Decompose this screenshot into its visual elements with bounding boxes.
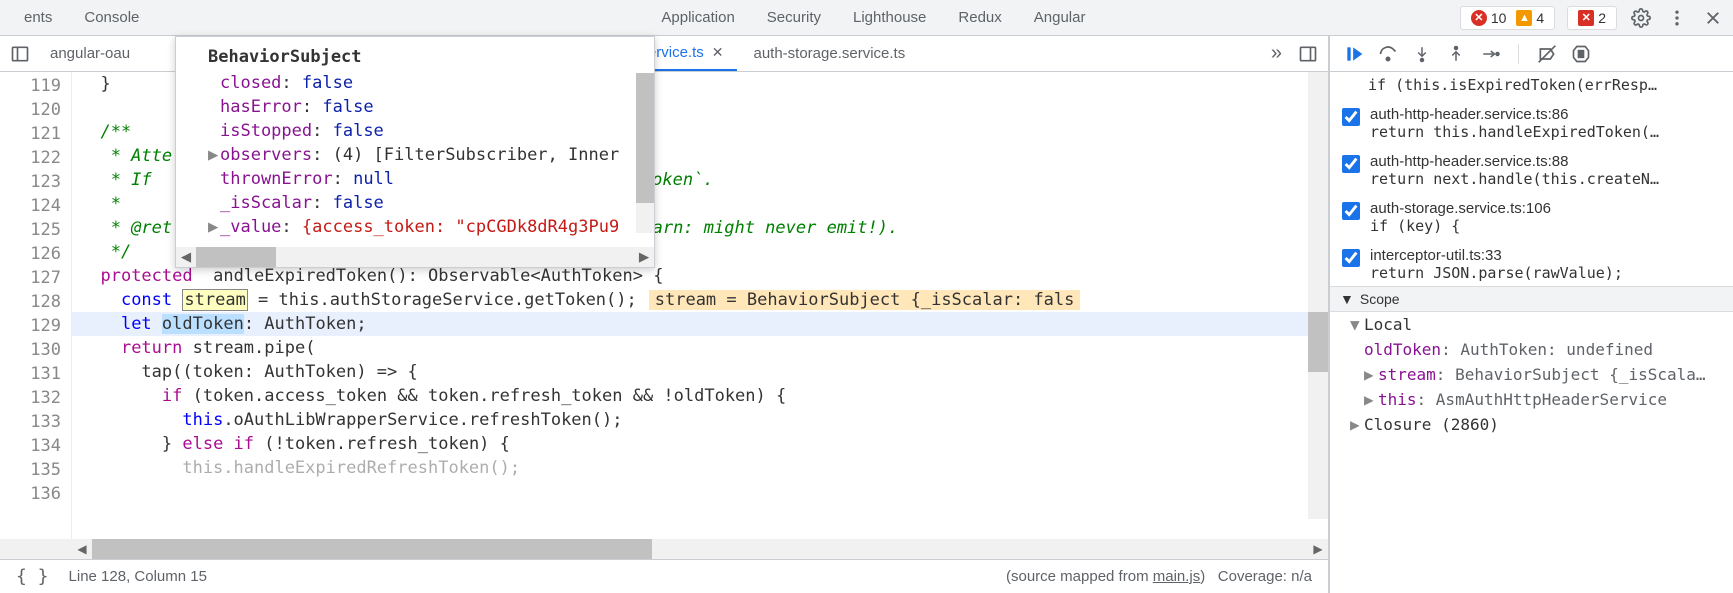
step-icon[interactable]: [1480, 44, 1500, 64]
breakpoint-checkbox[interactable]: [1342, 108, 1360, 126]
issues-count: 2: [1598, 10, 1606, 26]
more-tabs-icon[interactable]: »: [1261, 42, 1292, 65]
source-map-link[interactable]: main.js: [1153, 568, 1201, 585]
breakpoint-code: return next.handle(this.createN…: [1370, 170, 1690, 188]
chevron-down-icon: ▼: [1340, 291, 1354, 307]
step-into-icon[interactable]: [1412, 44, 1432, 64]
scope-closure-header[interactable]: ▶Closure (2860): [1330, 412, 1733, 437]
pause-on-exceptions-icon[interactable]: [1571, 44, 1591, 64]
scope-variable[interactable]: oldToken: AuthToken: undefined: [1330, 337, 1733, 362]
pretty-print-icon[interactable]: { }: [16, 566, 49, 587]
breakpoint-location: auth-storage.service.ts:106: [1370, 200, 1721, 217]
close-tab-icon[interactable]: ✕: [712, 44, 724, 61]
toggle-navigator-icon[interactable]: [6, 40, 34, 68]
tab-lighthouse[interactable]: Lighthouse: [837, 0, 942, 35]
tab-angular[interactable]: Angular: [1018, 0, 1102, 35]
breakpoint-code: return this.handleExpiredToken(…: [1370, 123, 1690, 141]
vertical-scrollbar[interactable]: [1308, 72, 1328, 519]
popover-row[interactable]: hasError: false: [192, 95, 638, 119]
devtools-tabbar: ents Console Application Security Lighth…: [0, 0, 1733, 36]
scope-variable[interactable]: ▶stream: BehaviorSubject {_isScala…: [1330, 362, 1733, 387]
tab-elements[interactable]: ents: [8, 0, 68, 35]
error-icon: ✕: [1471, 10, 1487, 26]
sources-panel: angular-oau r.service.ts ✕ auth-storage.…: [0, 36, 1329, 593]
file-tab-label: auth-storage.service.ts: [753, 45, 905, 62]
horizontal-scrollbar[interactable]: ◀▶: [0, 539, 1328, 559]
tab-console[interactable]: Console: [68, 0, 155, 35]
breakpoint-row[interactable]: auth-http-header.service.ts:88 return ne…: [1330, 145, 1733, 192]
popover-vscrollbar[interactable]: [636, 73, 654, 233]
kebab-menu-icon[interactable]: [1665, 6, 1689, 30]
breakpoint-code: return JSON.parse(rawValue);: [1370, 264, 1690, 282]
debugger-pane: if (this.isExpiredToken(errResp… auth-ht…: [1329, 36, 1733, 593]
warning-icon: ▲: [1516, 10, 1532, 26]
close-devtools-icon[interactable]: [1701, 6, 1725, 30]
coverage-status: Coverage: n/a: [1218, 568, 1312, 585]
breakpoint-row[interactable]: auth-storage.service.ts:106 if (key) {: [1330, 192, 1733, 239]
breakpoint-row[interactable]: interceptor-util.ts:33 return JSON.parse…: [1330, 239, 1733, 286]
deactivate-breakpoints-icon[interactable]: [1537, 44, 1557, 64]
breakpoint-location: auth-http-header.service.ts:88: [1370, 153, 1721, 170]
settings-icon[interactable]: [1629, 6, 1653, 30]
tab-redux[interactable]: Redux: [942, 0, 1017, 35]
toggle-debugger-icon[interactable]: [1294, 40, 1322, 68]
popover-row[interactable]: closed: false: [192, 71, 638, 95]
cursor-position: Line 128, Column 15: [69, 568, 207, 585]
breakpoint-checkbox[interactable]: [1342, 155, 1360, 173]
debug-toolbar: [1330, 36, 1733, 72]
object-inspector-popover[interactable]: BehaviorSubject closed: false hasError: …: [175, 36, 655, 268]
breakpoint-checkbox[interactable]: [1342, 202, 1360, 220]
popover-title: BehaviorSubject: [176, 37, 654, 71]
breakpoint-code: if (key) {: [1370, 217, 1690, 235]
popover-row[interactable]: ▶observers: (4) [FilterSubscriber, Inner: [192, 143, 638, 167]
status-bar: { } Line 128, Column 15 (source mapped f…: [0, 559, 1328, 593]
popover-row[interactable]: isStopped: false: [192, 119, 638, 143]
error-count: 10: [1491, 10, 1507, 26]
warning-count: 4: [1536, 10, 1544, 26]
breakpoint-checkbox[interactable]: [1342, 249, 1360, 267]
popover-row[interactable]: ▶_value: {access_token: "cpCGDk8dR4g3Pu9: [192, 215, 638, 239]
step-out-icon[interactable]: [1446, 44, 1466, 64]
breakpoint-location: auth-http-header.service.ts:86: [1370, 106, 1721, 123]
issues-badge[interactable]: ✕2: [1567, 6, 1617, 30]
scope-local-header[interactable]: ▼Local: [1330, 312, 1733, 337]
popover-hscrollbar[interactable]: ◀▶: [176, 247, 654, 267]
code-editor[interactable]: 119120121 122123124 125126127 128129130 …: [0, 72, 1328, 539]
popover-row[interactable]: _isScalar: false: [192, 191, 638, 215]
partial-frame: if (this.isExpiredToken(errResp…: [1330, 72, 1733, 98]
breakpoint-row[interactable]: auth-http-header.service.ts:86 return th…: [1330, 98, 1733, 145]
issues-icon: ✕: [1578, 10, 1594, 26]
popover-row[interactable]: thrownError: null: [192, 167, 638, 191]
breadcrumb[interactable]: angular-oau: [36, 36, 144, 71]
resume-icon[interactable]: [1344, 44, 1364, 64]
tab-application[interactable]: Application: [645, 0, 750, 35]
scope-section-header[interactable]: ▼Scope: [1330, 286, 1733, 312]
scope-variable[interactable]: ▶this: AsmAuthHttpHeaderService: [1330, 387, 1733, 412]
step-over-icon[interactable]: [1378, 44, 1398, 64]
inline-value: stream = BehaviorSubject {_isScalar: fal…: [649, 290, 1081, 310]
gutter: 119120121 122123124 125126127 128129130 …: [0, 72, 72, 539]
tab-security[interactable]: Security: [751, 0, 837, 35]
file-tab[interactable]: auth-storage.service.ts: [739, 36, 919, 71]
error-warning-badge[interactable]: ✕10 ▲4: [1460, 6, 1555, 30]
breakpoint-location: interceptor-util.ts:33: [1370, 247, 1721, 264]
